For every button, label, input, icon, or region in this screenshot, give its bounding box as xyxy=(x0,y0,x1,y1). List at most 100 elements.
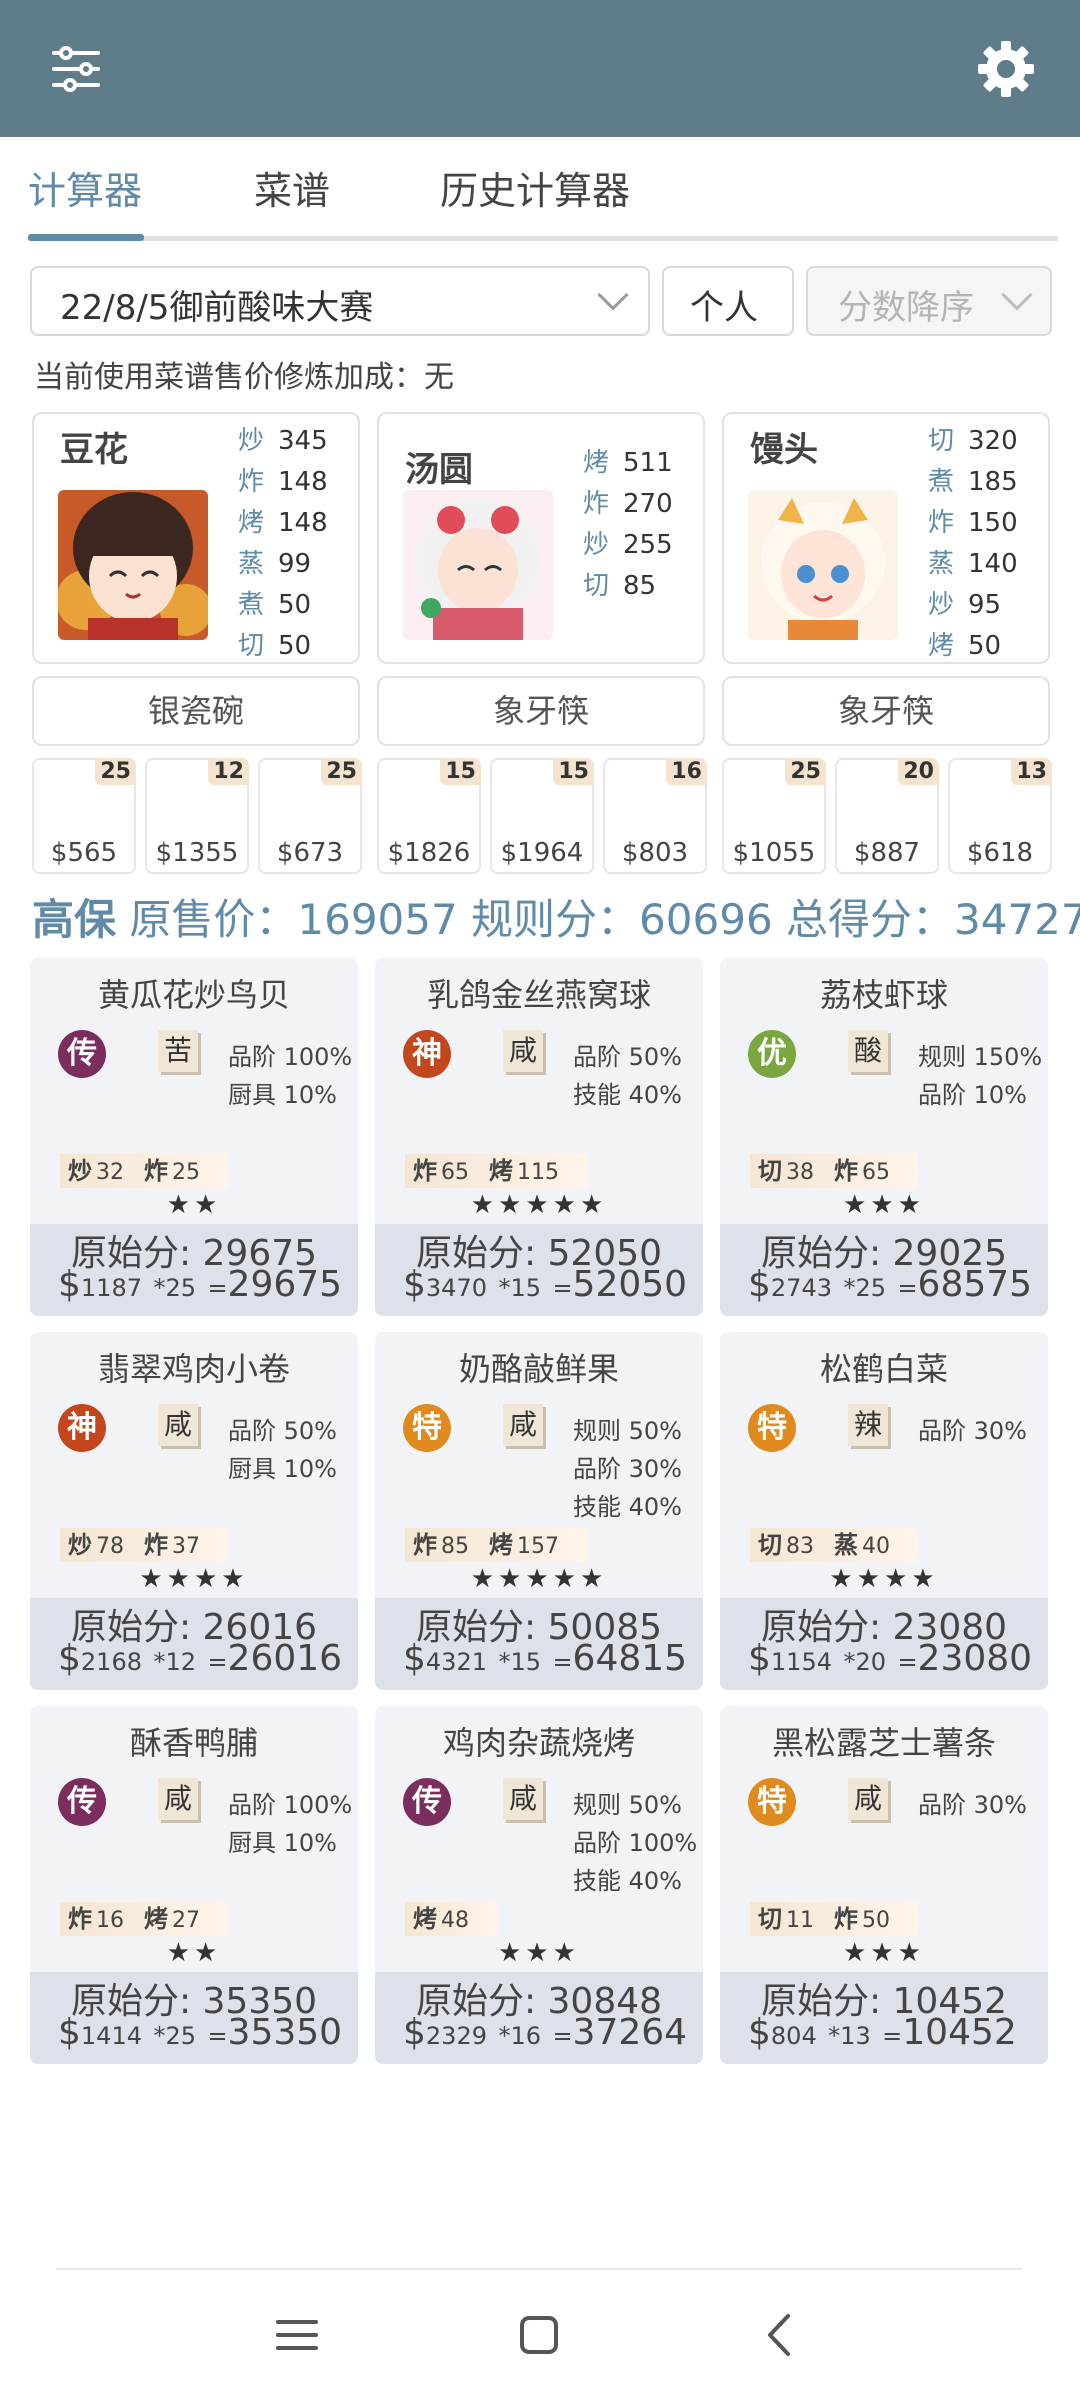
dish-card[interactable]: 奶酪敲鲜果特 咸 规则 50% 品阶 30% 技能 40% 炸 85 烤 157 ★★★★★ 原始分… xyxy=(375,1332,703,1690)
score-calc: $1154 *20 =23080 xyxy=(748,1638,1033,1679)
contest-select[interactable]: 22/8/5御前酸味大赛 xyxy=(30,266,650,336)
recipe-slot[interactable]: 12 $1355 xyxy=(145,758,249,874)
score-calc: $3470 *15 =52050 xyxy=(403,1264,688,1305)
dish-card[interactable]: 黄瓜花炒鸟贝传 苦 品阶 100% 厨具 10% 炒 32 炸 25 ★★ 原始分: 29675 $… xyxy=(30,958,358,1316)
chef-stat: 烤 148 xyxy=(238,508,328,538)
recipe-slot[interactable]: 15 $1826 xyxy=(377,758,481,874)
gear-icon[interactable] xyxy=(970,33,1042,105)
summary-text: 原售价：169057 规则分：60696 总得分：347277 xyxy=(129,895,1080,944)
skill-requirements: 炸 85 烤 157 xyxy=(405,1528,587,1562)
score-panel: 原始分: 50085 $4321 *15 =64815 xyxy=(375,1598,703,1690)
star-rating: ★★★★ xyxy=(829,1564,939,1594)
dish-name: 黑松露芝士薯条 xyxy=(771,1724,996,1762)
chef-card[interactable]: 馒头 切 320 煮 185 炸 150 蒸 140 炒 95 烤 50 xyxy=(722,412,1050,664)
skill-req: 炸 65 xyxy=(834,1157,890,1185)
recipe-slot[interactable]: 20 $887 xyxy=(835,758,939,874)
chef-stat: 炸 148 xyxy=(238,467,328,497)
slot-count: 25 xyxy=(785,758,826,785)
star-rating: ★★★ xyxy=(843,1190,925,1220)
mode-button[interactable]: 个人 xyxy=(662,266,794,336)
chevron-down-icon xyxy=(597,279,629,311)
recipe-slot[interactable]: 13 $618 xyxy=(948,758,1052,874)
score-panel: 原始分: 35350 $1414 *25 =35350 xyxy=(30,1972,358,2064)
score-calc: $4321 *15 =64815 xyxy=(403,1638,688,1679)
rarity-badge: 神 xyxy=(403,1030,451,1078)
score-panel: 原始分: 52050 $3470 *15 =52050 xyxy=(375,1224,703,1316)
skill-req: 炸 65 xyxy=(413,1157,469,1185)
sliders-icon[interactable] xyxy=(40,33,112,105)
recipe-slot[interactable]: 25 $565 xyxy=(32,758,136,874)
mode-label: 个人 xyxy=(690,288,758,328)
back-icon[interactable] xyxy=(746,2300,816,2370)
dish-card[interactable]: 翡翠鸡肉小卷神 咸 品阶 50% 厨具 10% 炒 78 炸 37 ★★★★ 原始分: 26016… xyxy=(30,1332,358,1690)
rarity-badge: 优 xyxy=(748,1030,796,1078)
chef-stat: 切 320 xyxy=(928,426,1018,456)
slot-price: $803 xyxy=(621,838,689,868)
tool-button[interactable]: 象牙筷 xyxy=(722,676,1050,746)
bonus-list: 规则 150% 品阶 10% xyxy=(918,1038,1042,1114)
skill-req: 炸 37 xyxy=(144,1531,200,1559)
slot-count: 15 xyxy=(440,758,481,785)
bonus-list: 品阶 100% 厨具 10% xyxy=(228,1038,352,1114)
flavor-tag: 咸 xyxy=(503,1404,543,1446)
skill-requirements: 炸 16 烤 27 xyxy=(60,1902,228,1936)
dish-card[interactable]: 荔枝虾球优 酸 规则 150% 品阶 10% 切 38 炸 65 ★★★ 原始分: 29025 $2… xyxy=(720,958,1048,1316)
bonus-list: 品阶 100% 厨具 10% xyxy=(228,1786,352,1862)
flavor-tag: 咸 xyxy=(503,1030,543,1072)
tool-button[interactable]: 银瓷碗 xyxy=(32,676,360,746)
recipe-slot[interactable]: 25 $1055 xyxy=(722,758,826,874)
recipe-slot[interactable]: 15 $1964 xyxy=(490,758,594,874)
chef-card[interactable]: 汤圆 烤 511 炸 270 炒 255 切 85 xyxy=(377,412,705,664)
skill-req: 炸 85 xyxy=(413,1531,469,1559)
score-panel: 原始分: 30848 $2329 *16 =37264 xyxy=(375,1972,703,2064)
tool-button[interactable]: 象牙筷 xyxy=(377,676,705,746)
recipe-slot[interactable]: 16 $803 xyxy=(603,758,707,874)
skill-requirements: 切 83 蒸 40 xyxy=(750,1528,918,1562)
skill-req: 烤 115 xyxy=(489,1157,559,1185)
bonus-item: 品阶 30% xyxy=(918,1417,1027,1445)
tab-recipes[interactable]: 菜谱 xyxy=(254,160,330,215)
dish-card[interactable]: 黑松露芝士薯条特 咸 品阶 30% 切 11 炸 50 ★★★ 原始分: 10452 $804 *… xyxy=(720,1706,1048,2064)
dish-name: 翡翠鸡肉小卷 xyxy=(97,1350,290,1388)
star-rating: ★★★★ xyxy=(139,1564,249,1594)
sort-select[interactable]: 分数降序 xyxy=(806,266,1052,336)
sort-value: 分数降序 xyxy=(838,288,974,328)
bonus-item: 技能 40% xyxy=(573,1867,682,1895)
dish-card[interactable]: 乳鸽金丝燕窝球神 咸 品阶 50% 技能 40% 炸 65 烤 115 ★★★★★ 原始分: 52… xyxy=(375,958,703,1316)
flavor-tag: 咸 xyxy=(848,1778,888,1820)
dish-card[interactable]: 酥香鸭脯传 咸 品阶 100% 厨具 10% 炸 16 烤 27 ★★ 原始分: 35350 $14… xyxy=(30,1706,358,2064)
chef-name: 汤圆 xyxy=(405,450,473,490)
chef-stat: 炒 95 xyxy=(928,590,1002,620)
bonus-list: 品阶 30% xyxy=(918,1412,1027,1450)
dish-name: 鸡肉杂蔬烧烤 xyxy=(442,1724,635,1762)
recipe-slot[interactable]: 25 $673 xyxy=(258,758,362,874)
flavor-tag: 苦 xyxy=(158,1030,198,1072)
rarity-badge: 传 xyxy=(58,1030,106,1078)
tab-history-calculator[interactable]: 历史计算器 xyxy=(440,160,630,215)
bonus-item: 厨具 10% xyxy=(228,1829,337,1857)
dish-name: 酥香鸭脯 xyxy=(129,1724,258,1762)
score-panel: 原始分: 10452 $804 *13 =10452 xyxy=(720,1972,1048,2064)
dish-card[interactable]: 鸡肉杂蔬烧烤传 咸 规则 50% 品阶 100% 技能 40% 烤 48 ★★★ 原始分: 30… xyxy=(375,1706,703,2064)
chef-stat: 蒸 140 xyxy=(928,549,1018,579)
score-calc: $2168 *12 =26016 xyxy=(58,1638,343,1679)
star-rating: ★★ xyxy=(166,1190,222,1220)
flavor-tag: 辣 xyxy=(848,1404,888,1446)
rarity-badge: 特 xyxy=(403,1404,451,1452)
star-rating: ★★ xyxy=(166,1938,222,1968)
flavor-tag: 酸 xyxy=(848,1030,888,1072)
tab-calculator[interactable]: 计算器 xyxy=(28,160,142,215)
score-panel: 原始分: 29675 $1187 *25 =29675 xyxy=(30,1224,358,1316)
chef-name: 豆花 xyxy=(60,430,128,470)
bonus-item: 规则 50% xyxy=(573,1791,682,1819)
chef-card[interactable]: 豆花 炒 345 炸 148 烤 148 蒸 99 煮 50 切 50 xyxy=(32,412,360,664)
tab-bar: 计算器 菜谱 历史计算器 xyxy=(28,160,1058,242)
chef-stat: 煮 185 xyxy=(928,467,1018,497)
bonus-item: 品阶 30% xyxy=(573,1455,682,1483)
star-rating: ★★★★★ xyxy=(470,1190,608,1220)
dish-card[interactable]: 松鹤白菜特 辣 品阶 30% 切 83 蒸 40 ★★★★ 原始分: 23080 $1154 *2… xyxy=(720,1332,1048,1690)
score-panel: 原始分: 23080 $1154 *20 =23080 xyxy=(720,1598,1048,1690)
home-icon[interactable] xyxy=(504,2300,574,2370)
skill-requirements: 切 11 炸 50 xyxy=(750,1902,918,1936)
menu-icon[interactable] xyxy=(262,2300,332,2370)
